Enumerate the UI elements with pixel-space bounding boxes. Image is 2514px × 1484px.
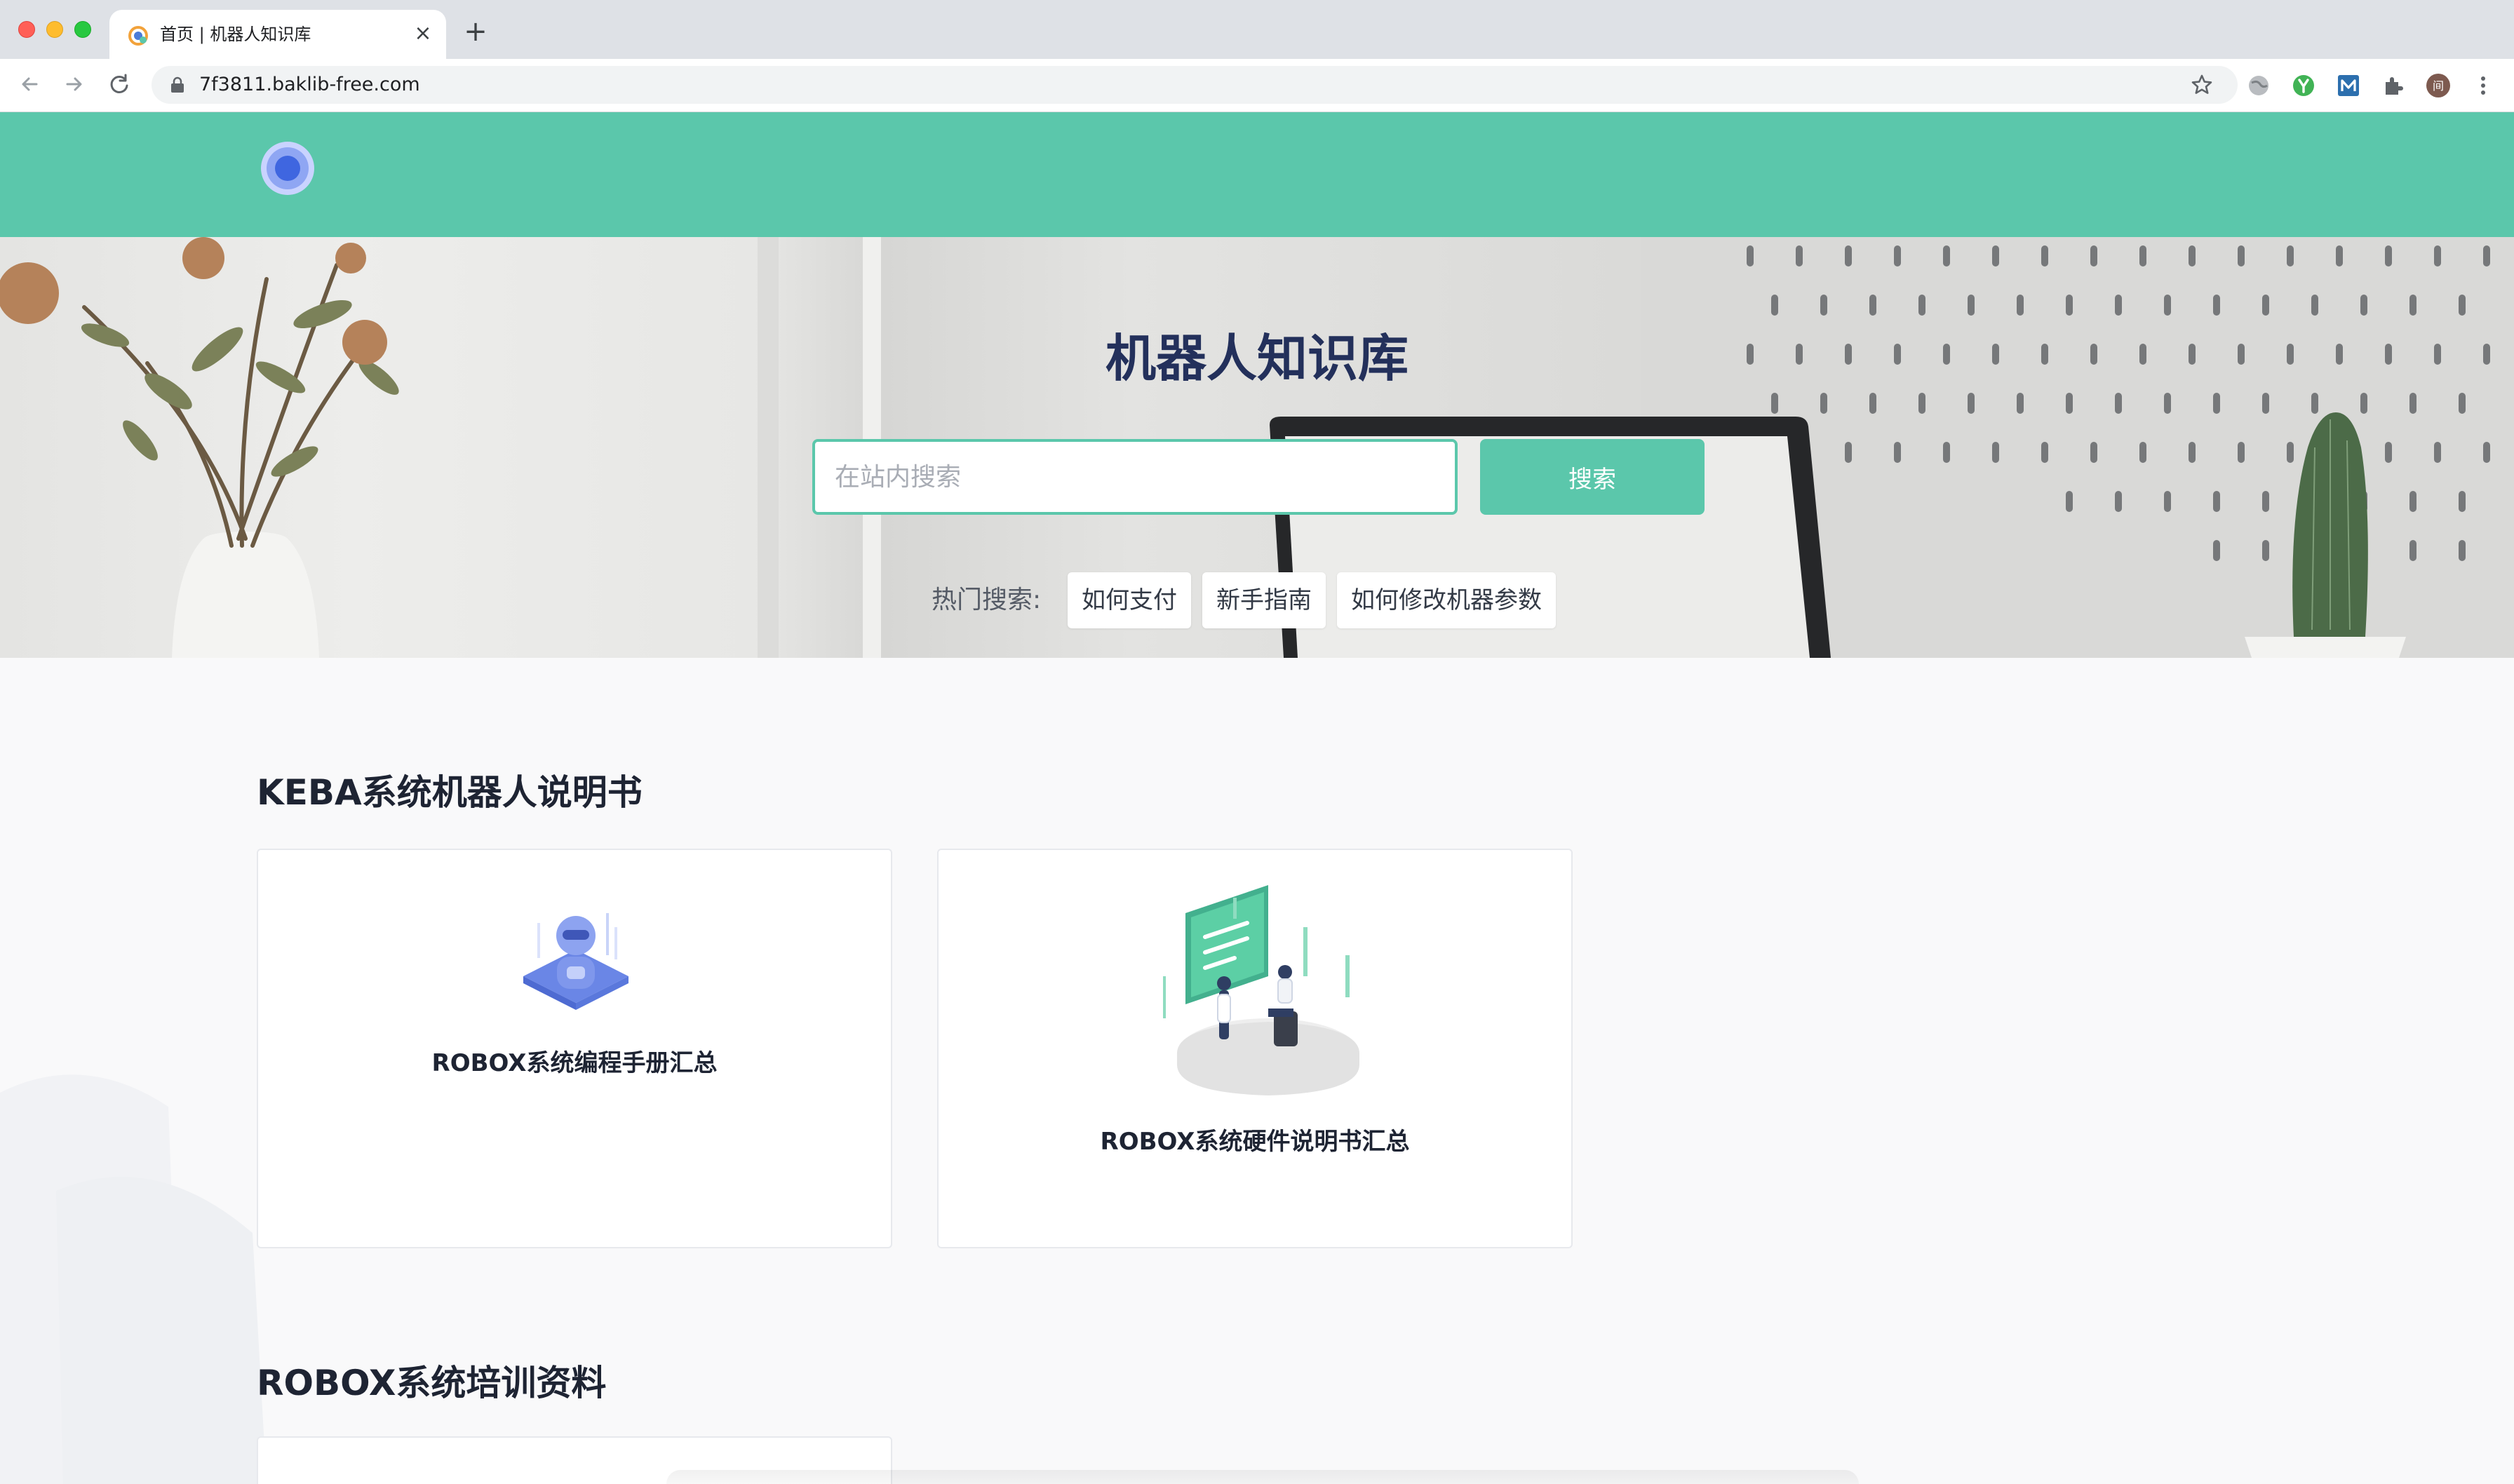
browser-chrome: 首页 | 机器人知识库 × + 7f3811.baklib-free.com 间 [0, 0, 2514, 112]
hot-search-label: 热门搜索: [932, 586, 1042, 614]
search-button[interactable]: 搜索 [1480, 439, 1705, 515]
extension-m-icon[interactable] [2334, 72, 2362, 100]
hot-search-tag[interactable]: 新手指南 [1202, 572, 1326, 628]
bookmark-star-icon[interactable] [2190, 73, 2214, 97]
site-favicon-icon [128, 26, 148, 46]
lock-icon[interactable] [170, 76, 185, 93]
forward-arrow-icon[interactable] [59, 69, 90, 100]
browser-tab-active[interactable]: 首页 | 机器人知识库 × [109, 10, 446, 59]
tab-title: 首页 | 机器人知识库 [160, 25, 311, 44]
back-arrow-icon[interactable] [14, 69, 45, 100]
url-text[interactable]: 7f3811.baklib-free.com [199, 74, 420, 95]
avatar-initial: 间 [2433, 79, 2444, 93]
tab-strip: 首页 | 机器人知识库 × + [0, 0, 2514, 59]
hot-search-tag[interactable]: 如何支付 [1068, 572, 1191, 628]
kebab-menu-icon[interactable] [2469, 72, 2497, 100]
site-logo-icon[interactable] [258, 139, 317, 198]
search-input[interactable] [812, 439, 1458, 515]
window-maximize-button[interactable] [74, 21, 91, 38]
hot-search-tag[interactable]: 如何修改机器参数 [1337, 572, 1556, 628]
reload-icon[interactable] [104, 69, 135, 100]
card-label: ROBOX系统编程手册汇总 [431, 1049, 718, 1077]
hero-banner: 机器人知识库 搜索 热门搜索: 如何支付 新手指南 如何修改机器参数 [0, 237, 2514, 658]
hero-title: 机器人知识库 [1105, 329, 1409, 388]
new-tab-icon[interactable]: + [463, 18, 488, 46]
profile-avatar[interactable]: 间 [2424, 72, 2452, 100]
site-header [0, 112, 2514, 237]
category-card[interactable]: ROBOX系统硬件说明书汇总 [937, 849, 1573, 1248]
tab-close-icon[interactable]: × [412, 23, 433, 45]
bottom-shadow [666, 1470, 1859, 1484]
address-bar[interactable]: 7f3811.baklib-free.com [152, 66, 2238, 104]
main-content: KEBA系统机器人说明书 ROBOX系统编程手册汇总 ROBOX系统硬件说明书汇… [0, 658, 2514, 1484]
category-card[interactable]: ROBOX系统编程手册汇总 [257, 849, 892, 1248]
extension-y-icon[interactable] [2290, 72, 2318, 100]
section-title: KEBA系统机器人说明书 [257, 772, 643, 813]
window-close-button[interactable] [18, 21, 35, 38]
meeting-illustration-icon [1163, 885, 1359, 1095]
section-title: ROBOX系统培训资料 [257, 1363, 607, 1403]
browser-toolbar: 7f3811.baklib-free.com 间 [0, 59, 2514, 112]
window-minimize-button[interactable] [46, 21, 63, 38]
robot-illustration-icon [523, 913, 628, 1010]
extension-globe-icon[interactable] [2245, 72, 2273, 100]
extensions-puzzle-icon[interactable] [2379, 72, 2407, 100]
card-label: ROBOX系统硬件说明书汇总 [1100, 1128, 1410, 1156]
